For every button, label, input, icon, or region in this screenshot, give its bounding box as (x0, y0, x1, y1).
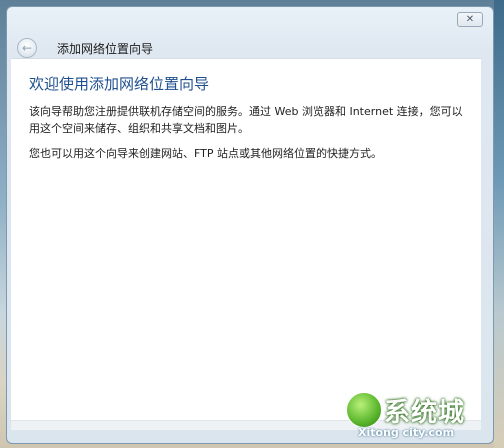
shortcut-paragraph: 您也可以用这个向导来创建网站、FTP 站点或其他网络位置的快捷方式。 (29, 147, 382, 160)
wizard-content: 欢迎使用添加网络位置向导 该向导帮助您注册提供联机存储空间的服务。通过 Web … (11, 58, 481, 420)
close-icon: ✕ (465, 13, 475, 25)
window-title: 添加网络位置向导 (57, 41, 154, 56)
close-button[interactable]: ✕ (457, 12, 483, 27)
desktop-background (494, 0, 504, 448)
site-watermark: 系统城 Xitong city.com (346, 392, 494, 442)
watermark-text: 系统城 (384, 398, 466, 428)
page-title: 欢迎使用添加网络位置向导 (29, 75, 210, 93)
windows-logo-icon (346, 392, 382, 428)
watermark-domain: Xitong city.com (358, 426, 455, 439)
back-button[interactable]: ← (17, 38, 37, 58)
intro-paragraph: 该向导帮助您注册提供联机存储空间的服务。通过 Web 浏览器和 Internet… (29, 105, 463, 135)
back-arrow-icon: ← (21, 41, 33, 55)
